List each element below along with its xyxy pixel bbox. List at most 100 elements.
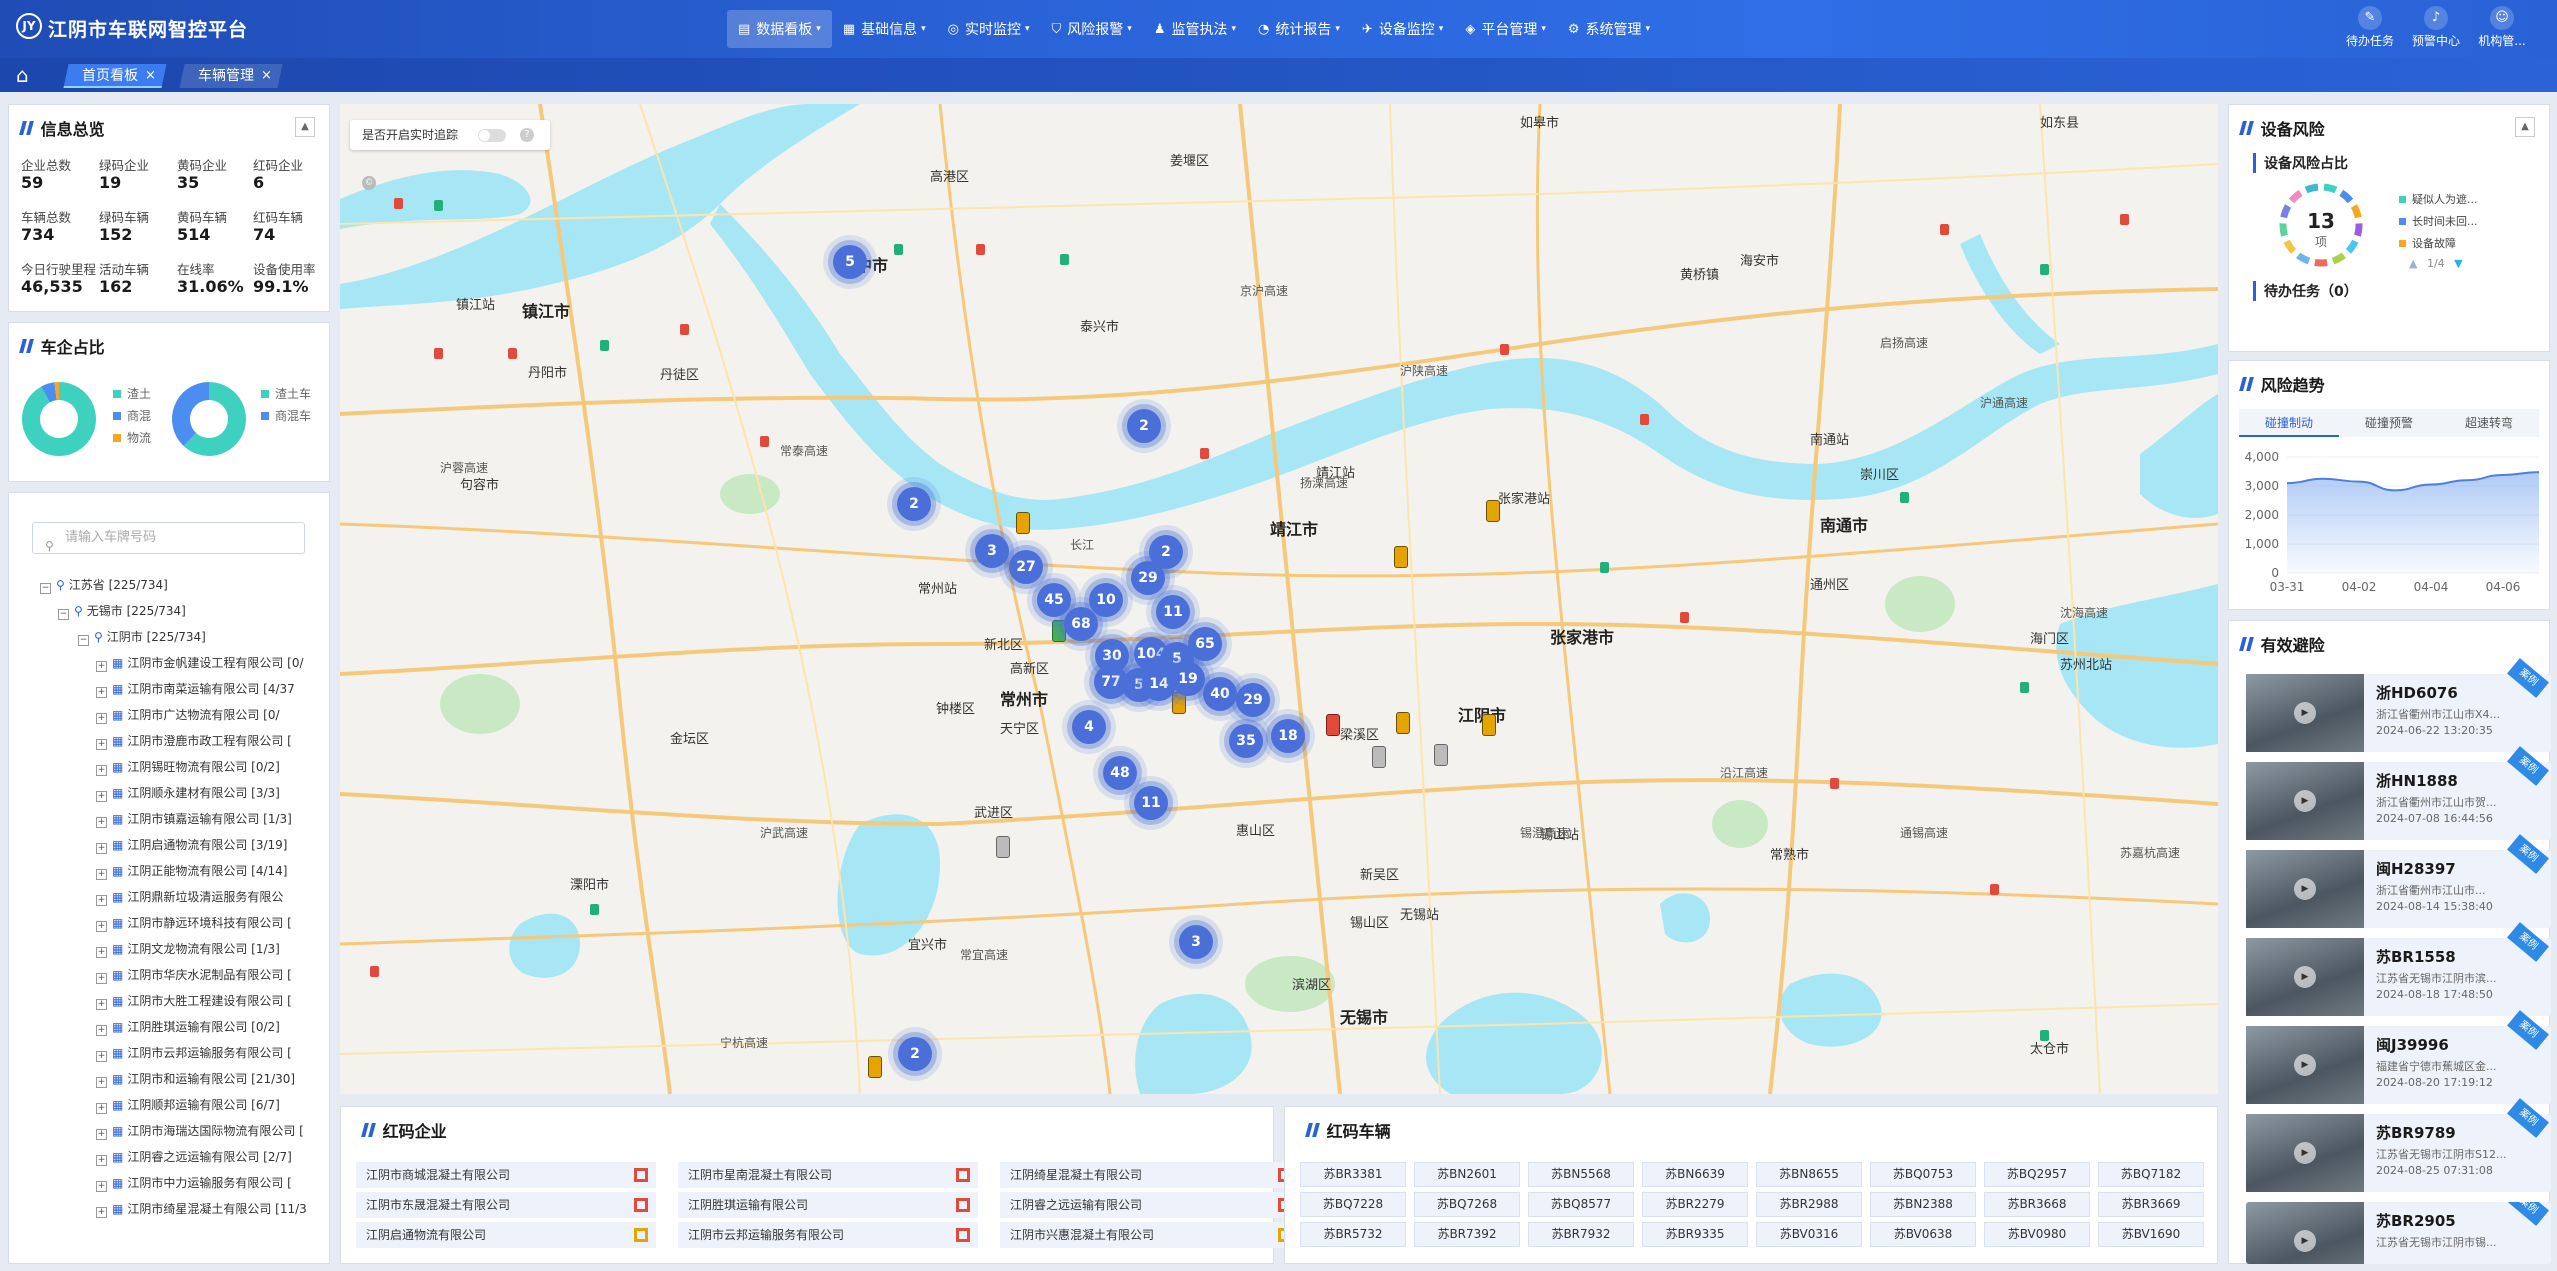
help-icon[interactable]: ? (520, 128, 534, 142)
play-icon[interactable]: ▶ (2294, 1230, 2316, 1252)
red-enterprise-item[interactable]: 江阴市商城混凝土有限公司 (356, 1162, 656, 1188)
avoidance-item[interactable]: ▶ 苏BR1558 江苏省无锡市江阴市滨... 2024-08-18 17:48:50… (2246, 922, 2551, 1016)
vehicle-cluster[interactable]: 4 (1072, 710, 1106, 744)
collapse-button[interactable]: ▲ (2515, 117, 2535, 137)
vehicle-cluster[interactable]: 2 (897, 487, 931, 521)
red-vehicle-plate[interactable]: 苏BQ7268 (1414, 1192, 1520, 1217)
nav-system-manage[interactable]: ⚙ 系统管理 ▾ (1557, 10, 1661, 48)
qr-code-icon[interactable] (956, 1198, 970, 1212)
play-icon[interactable]: ▶ (2294, 1054, 2316, 1076)
nav-supervision[interactable]: ♟ 监管执法 ▾ (1143, 10, 1247, 48)
collapse-toggle[interactable]: − (78, 635, 89, 646)
tree-node-city[interactable]: − ⚲ 无锡市 [225/734] (58, 602, 310, 620)
video-thumbnail[interactable]: ▶ (2246, 938, 2364, 1016)
vehicle-cluster[interactable]: 68 (1064, 607, 1098, 641)
tree-node-company[interactable]: + ▦ 江阴市广达物流有限公司 [0/ (96, 706, 310, 724)
video-thumbnail[interactable]: ▶ (2246, 850, 2364, 928)
video-thumbnail[interactable]: ▶ (2246, 1026, 2364, 1104)
expand-toggle[interactable]: + (96, 1181, 107, 1192)
red-vehicle-plate[interactable]: 苏BR3668 (1984, 1192, 2090, 1217)
tree-node-company[interactable]: + ▦ 江阴市静远环境科技有限公司 [ (96, 914, 310, 932)
nav-realtime-monitor[interactable]: ◎ 实时监控 ▾ (937, 10, 1041, 48)
expand-toggle[interactable]: + (96, 999, 107, 1010)
expand-toggle[interactable]: + (96, 739, 107, 750)
red-vehicle-plate[interactable]: 苏BR5732 (1300, 1222, 1406, 1247)
vehicle-cluster[interactable]: 19 (1171, 662, 1205, 696)
expand-toggle[interactable]: + (96, 895, 107, 906)
qr-code-icon[interactable] (634, 1228, 648, 1242)
tree-node-company[interactable]: + ▦ 江阴鼎新垃圾清运服务有限公 (96, 888, 310, 906)
vehicle-cluster[interactable]: 2 (898, 1037, 932, 1071)
tree-node-company[interactable]: + ▦ 江阴市和运输有限公司 [21/30] (96, 1070, 310, 1088)
vehicle-marker[interactable] (1394, 546, 1408, 568)
tree-node-company[interactable]: + ▦ 江阴睿之远运输有限公司 [2/7] (96, 1148, 310, 1166)
red-vehicle-plate[interactable]: 苏BN8655 (1756, 1162, 1862, 1187)
expand-toggle[interactable]: + (96, 1207, 107, 1218)
expand-toggle[interactable]: + (96, 817, 107, 828)
expand-toggle[interactable]: + (96, 1077, 107, 1088)
qr-code-icon[interactable] (634, 1168, 648, 1182)
expand-toggle[interactable]: + (96, 973, 107, 984)
tree-node-company[interactable]: + ▦ 江阴市云邦运输服务有限公司 [ (96, 1044, 310, 1062)
play-icon[interactable]: ▶ (2294, 878, 2316, 900)
collapse-toggle[interactable]: − (40, 583, 51, 594)
red-enterprise-item[interactable]: 江阴绮星混凝土有限公司 (1000, 1162, 1300, 1188)
red-enterprise-item[interactable]: 江阴市星南混凝土有限公司 (678, 1162, 978, 1188)
qr-code-icon[interactable] (634, 1198, 648, 1212)
red-enterprise-item[interactable]: 江阴市云邦运输服务有限公司 (678, 1222, 978, 1248)
prev-page-icon[interactable]: ▲ (2409, 257, 2417, 270)
red-vehicle-plate[interactable]: 苏BN5568 (1528, 1162, 1634, 1187)
red-vehicle-plate[interactable]: 苏BR3381 (1300, 1162, 1406, 1187)
nav-platform-manage[interactable]: ◈ 平台管理 ▾ (1454, 10, 1557, 48)
red-vehicle-plate[interactable]: 苏BR9335 (1642, 1222, 1748, 1247)
red-vehicle-plate[interactable]: 苏BR2988 (1756, 1192, 1862, 1217)
red-enterprise-item[interactable]: 江阴胜琪运输有限公司 (678, 1192, 978, 1218)
expand-toggle[interactable]: + (96, 1155, 107, 1166)
video-thumbnail[interactable]: ▶ (2246, 1114, 2364, 1192)
collapse-toggle[interactable]: − (58, 609, 69, 620)
expand-toggle[interactable]: + (96, 1103, 107, 1114)
play-icon[interactable]: ▶ (2294, 1142, 2316, 1164)
red-vehicle-plate[interactable]: 苏BQ7182 (2098, 1162, 2204, 1187)
expand-toggle[interactable]: + (96, 1025, 107, 1036)
red-vehicle-plate[interactable]: 苏BR7932 (1528, 1222, 1634, 1247)
expand-toggle[interactable]: + (96, 921, 107, 932)
avoidance-item[interactable]: ▶ 闽J39996 福建省宁德市蕉城区金... 2024-08-20 17:19:12… (2246, 1010, 2551, 1104)
vehicle-cluster[interactable]: 40 (1203, 677, 1237, 711)
tab-home-dashboard[interactable]: 首页看板 × (63, 64, 167, 88)
play-icon[interactable]: ▶ (2294, 702, 2316, 724)
vehicle-cluster[interactable]: 27 (1009, 550, 1043, 584)
video-thumbnail[interactable]: ▶ (2246, 674, 2364, 752)
expand-toggle[interactable]: + (96, 843, 107, 854)
tree-node-company[interactable]: + ▦ 江阴市澄鹿市政工程有限公司 [ (96, 732, 310, 750)
qr-code-icon[interactable] (956, 1168, 970, 1182)
vehicle-cluster[interactable]: 48 (1103, 756, 1137, 790)
red-vehicle-plate[interactable]: 苏BQ8577 (1528, 1192, 1634, 1217)
red-vehicle-plate[interactable]: 苏BV0980 (1984, 1222, 2090, 1247)
home-icon[interactable]: ⌂ (16, 63, 29, 87)
vehicle-cluster[interactable]: 3 (975, 534, 1009, 568)
avoidance-item[interactable]: ▶ 苏BR2905 江苏省无锡市江阴市锡... 案例 (2246, 1202, 2551, 1264)
red-enterprise-item[interactable]: 江阴睿之远运输有限公司 (1000, 1192, 1300, 1218)
vehicle-cluster[interactable]: 45 (1037, 583, 1071, 617)
red-vehicle-plate[interactable]: 苏BV0638 (1870, 1222, 1976, 1247)
vehicle-cluster[interactable]: 35 (1229, 724, 1263, 758)
video-thumbnail[interactable]: ▶ (2246, 762, 2364, 840)
expand-toggle[interactable]: + (96, 713, 107, 724)
avoidance-item[interactable]: ▶ 闽H28397 浙江省衢州市江山市... 2024-08-14 15:38:40 案… (2246, 834, 2551, 928)
vehicle-cluster[interactable]: 18 (1271, 719, 1305, 753)
tree-node-company[interactable]: + ▦ 江阴正能物流有限公司 [4/14] (96, 862, 310, 880)
red-vehicle-plate[interactable]: 苏BR7392 (1414, 1222, 1520, 1247)
tree-node-company[interactable]: + ▦ 江阴胜琪运输有限公司 [0/2] (96, 1018, 310, 1036)
tree-node-company[interactable]: + ▦ 江阴市绮星混凝土有限公司 [11/3 (96, 1200, 310, 1218)
next-page-icon[interactable]: ▼ (2454, 257, 2462, 270)
collapse-button[interactable]: ▲ (295, 117, 315, 137)
red-vehicle-plate[interactable]: 苏BR2279 (1642, 1192, 1748, 1217)
vehicle-cluster[interactable]: 11 (1156, 595, 1190, 629)
red-vehicle-plate[interactable]: 苏BQ7228 (1300, 1192, 1406, 1217)
plate-search-input[interactable]: ⚲ 请输入车牌号码 (32, 522, 305, 554)
vehicle-marker[interactable] (1434, 744, 1448, 766)
red-enterprise-item[interactable]: 江阴市兴惠混凝土有限公司 (1000, 1222, 1300, 1248)
tree-node-company[interactable]: + ▦ 江阴市大胜工程建设有限公司 [ (96, 992, 310, 1010)
vehicle-cluster[interactable]: 2 (1149, 535, 1183, 569)
